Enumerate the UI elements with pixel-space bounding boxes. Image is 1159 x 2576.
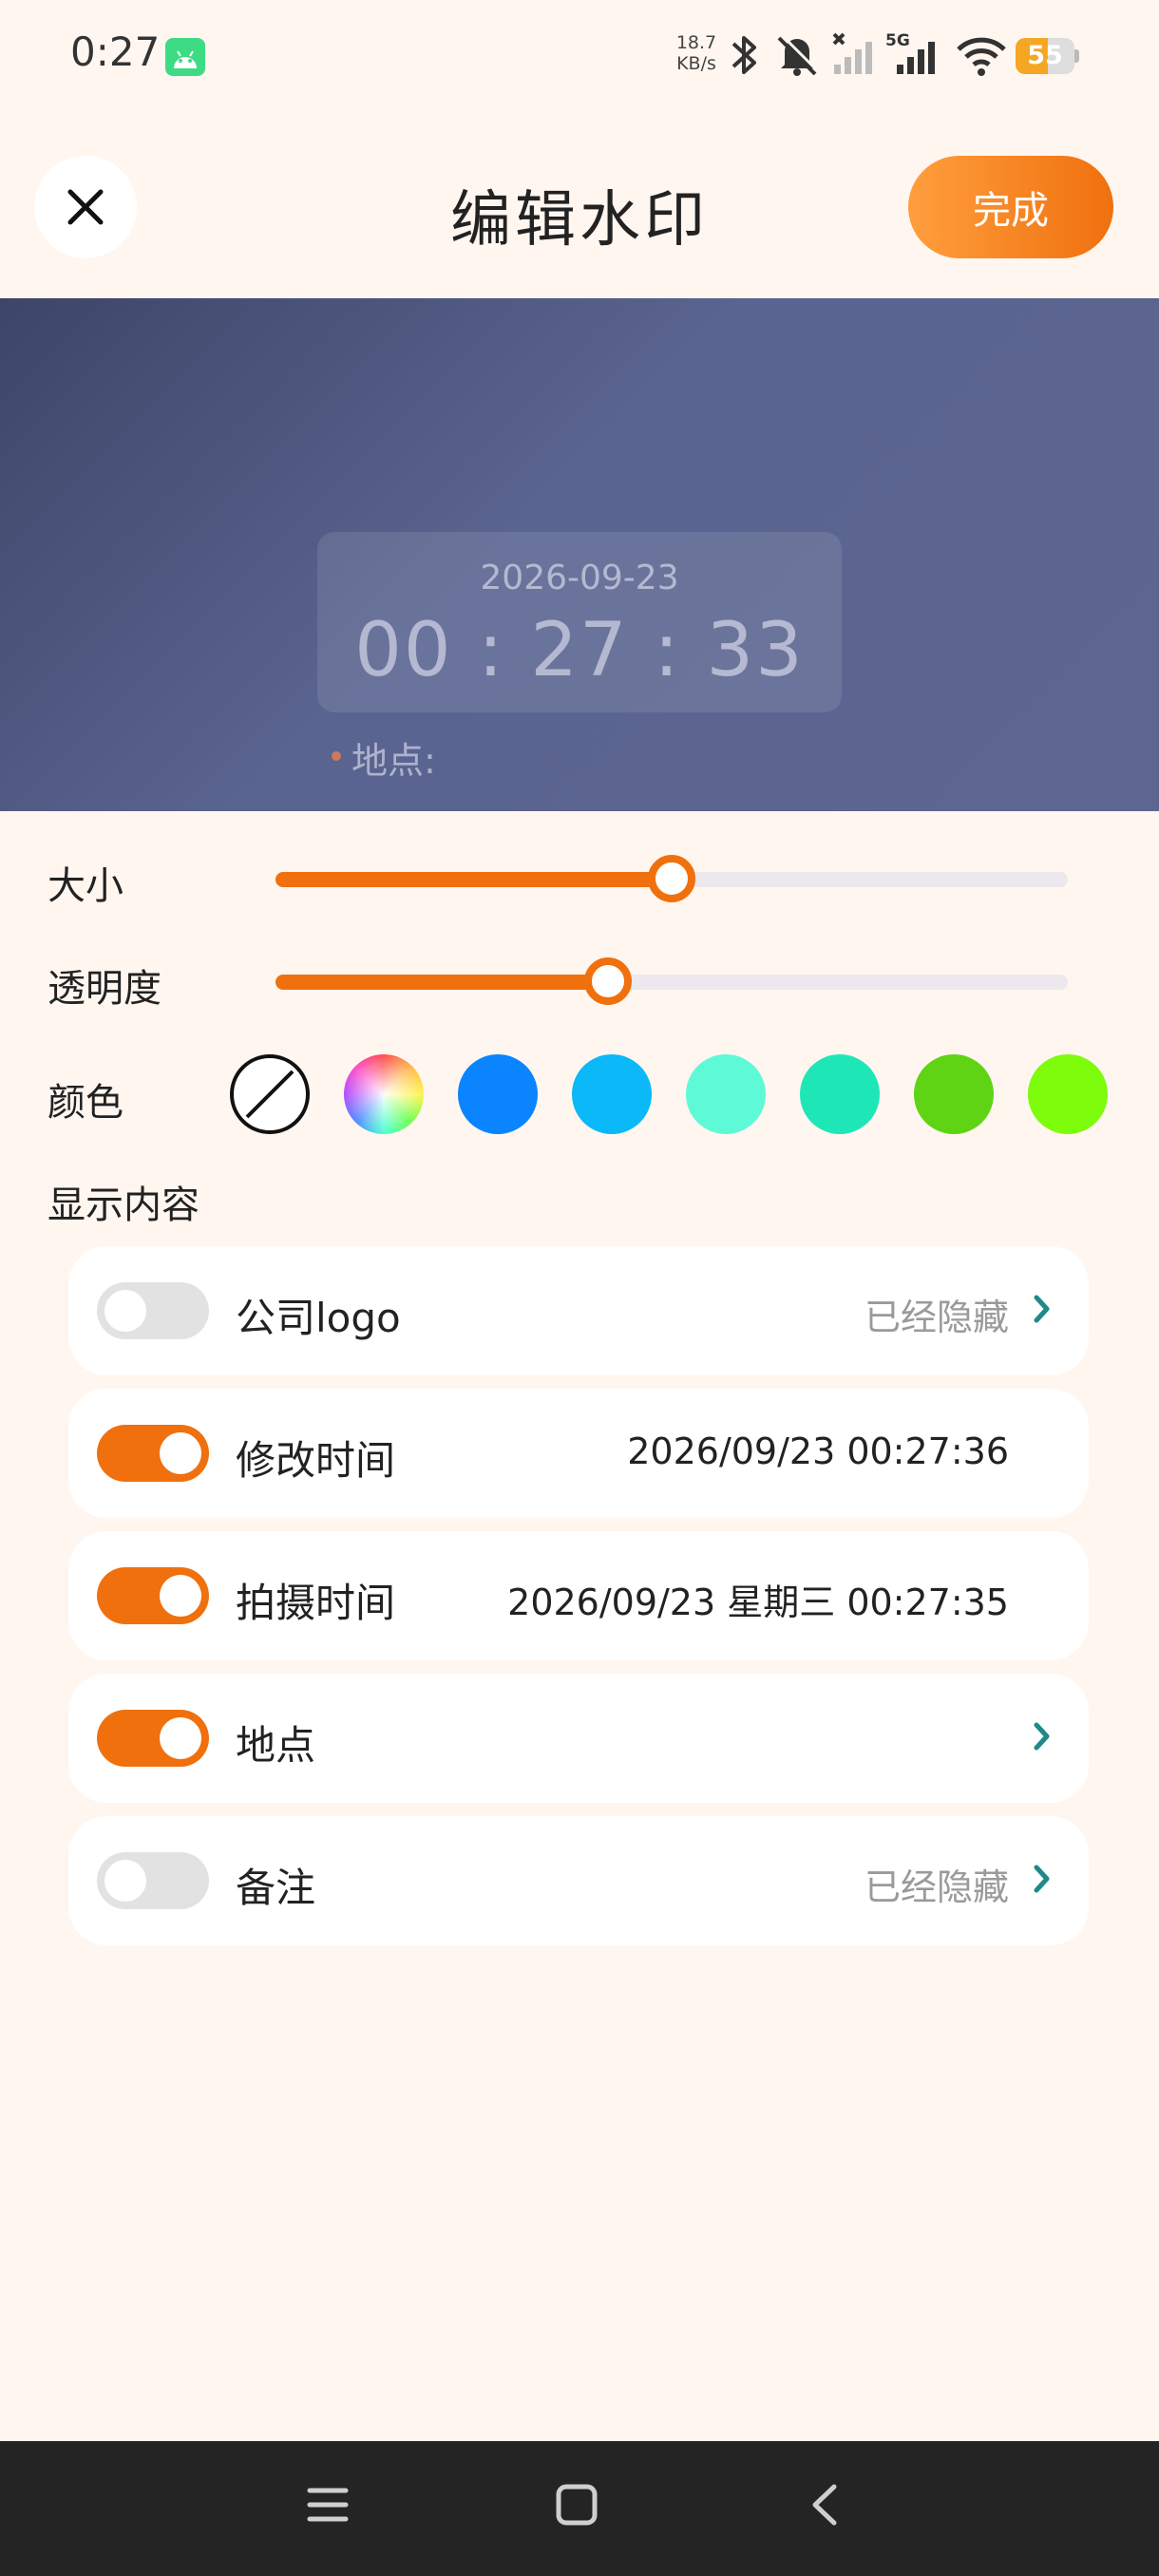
capture-time-value: 2026/09/23 星期三 00:27:35 [507,1582,1009,1623]
signal-sim1-icon [830,30,878,84]
company-logo-label: 公司logo [236,1295,401,1341]
battery-level: 55 [1027,41,1063,70]
opacity-slider-fill [276,975,608,990]
color-swatch-green[interactable] [914,1054,994,1134]
bluetooth-icon [728,30,762,84]
location-dot-icon [332,751,341,761]
back-icon[interactable] [804,2483,847,2527]
muted-bell-icon [773,30,821,84]
home-icon[interactable] [555,2483,598,2527]
chevron-right-icon[interactable] [1032,1292,1053,1326]
size-slider-fill [276,872,672,887]
display-content-title: 显示内容 [48,1184,200,1227]
battery-icon: 55 [1016,38,1079,74]
net-speed-value: 18.7 [675,32,717,53]
color-swatch-teal[interactable] [800,1054,880,1134]
color-label: 颜色 [48,1081,124,1125]
color-swatch-blue[interactable] [458,1054,538,1134]
remark-toggle[interactable] [97,1852,209,1909]
done-button[interactable]: 完成 [908,156,1113,258]
content-item-capture-time[interactable]: 拍摄时间 2026/09/23 星期三 00:27:35 [68,1531,1089,1660]
net-speed-indicator: 18.7 KB/s [673,32,720,74]
content-item-company-logo[interactable]: 公司logo 已经隐藏 [68,1246,1089,1375]
menu-icon[interactable] [306,2483,350,2527]
modified-time-toggle[interactable] [97,1425,209,1482]
content-item-remark[interactable]: 备注 已经隐藏 [68,1816,1089,1945]
location-label: 地点 [236,1722,316,1769]
chevron-right-icon[interactable] [1032,1719,1053,1753]
wifi-icon [956,30,1007,84]
watermark-location: 地点: [352,740,436,782]
status-time: 0:27 [70,28,161,75]
color-swatch-none[interactable] [230,1054,310,1134]
modified-time-value: 2026/09/23 00:27:36 [627,1430,1009,1472]
network-type-label: 5G [885,31,910,50]
modified-time-label: 修改时间 [236,1437,396,1484]
remark-label: 备注 [236,1865,316,1911]
capture-time-label: 拍摄时间 [236,1580,396,1626]
net-speed-unit: KB/s [676,53,716,74]
watermark-time: 00 : 27 : 33 [354,608,805,693]
watermark-preview: 2026-09-23 00 : 27 : 33 地点: [0,298,1159,811]
color-swatch-lime[interactable] [1028,1054,1108,1134]
size-slider[interactable] [276,855,1068,902]
content-item-modified-time[interactable]: 修改时间 2026/09/23 00:27:36 [68,1389,1089,1518]
capture-time-toggle[interactable] [97,1567,209,1624]
watermark-date: 2026-09-23 [480,559,679,597]
remark-status: 已经隐藏 [864,1866,1009,1908]
company-logo-status: 已经隐藏 [864,1297,1009,1338]
system-nav-bar [0,2441,1159,2576]
opacity-label: 透明度 [48,967,162,1011]
status-bar: 0:27 18.7 KB/s 5G 55 [0,0,1159,114]
color-swatch-aqua[interactable] [686,1054,766,1134]
chevron-right-icon[interactable] [1032,1862,1053,1896]
opacity-slider-thumb[interactable] [584,957,632,1005]
color-swatch-custom[interactable] [344,1054,424,1134]
content-item-location[interactable]: 地点 [68,1674,1089,1803]
color-swatch-sky-blue[interactable] [572,1054,652,1134]
company-logo-toggle[interactable] [97,1282,209,1339]
no-color-icon [245,1070,294,1119]
size-slider-thumb[interactable] [648,855,695,902]
watermark-time-box[interactable]: 2026-09-23 00 : 27 : 33 [317,532,842,712]
location-toggle[interactable] [97,1710,209,1767]
android-notification-icon [165,38,205,76]
opacity-slider[interactable] [276,957,1068,1005]
signal-sim2-icon: 5G [884,30,944,84]
size-label: 大小 [48,864,124,908]
